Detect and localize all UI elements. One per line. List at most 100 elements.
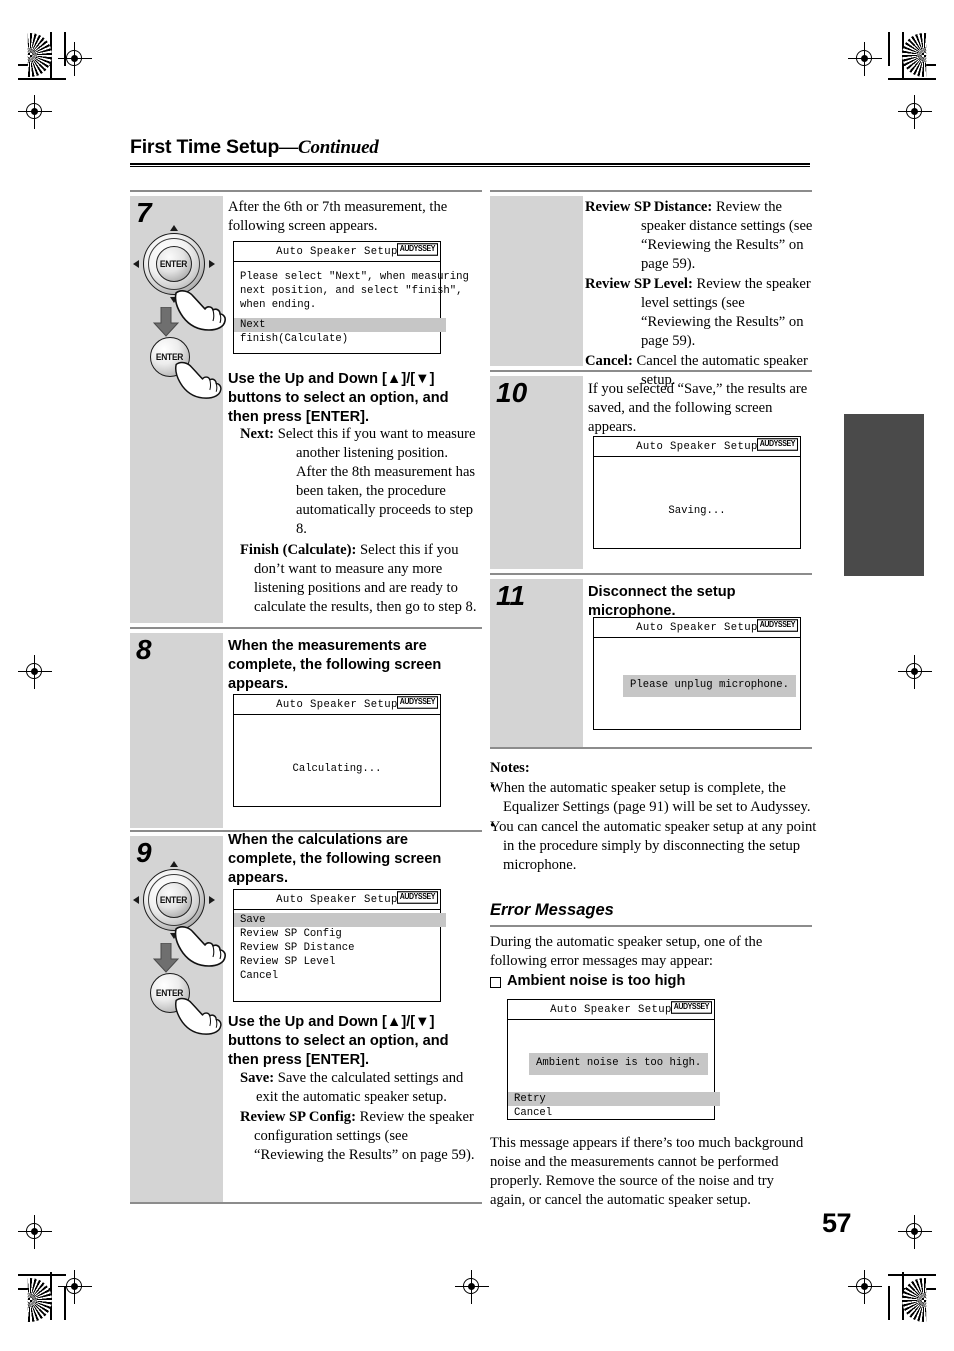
definition-desc: Save the calculated settings and exit th…	[256, 1070, 464, 1105]
step-11-intro: Disconnect the setup microphone.	[588, 584, 736, 619]
audyssey-badge: AUDYSSEY	[396, 890, 438, 904]
definition-term: Cancel:	[585, 352, 633, 369]
color-fan-icon-top-left	[27, 33, 52, 77]
note-item: You can cancel the automatic speaker set…	[490, 819, 817, 873]
definition-next: Next: Select this if you want to measure…	[240, 425, 480, 539]
error-messages-heading: Error Messages	[490, 901, 614, 919]
osd-title-bar: Auto Speaker Setup AUDYSSEY	[508, 1000, 714, 1020]
osd-screen-error-ambient-noise: Auto Speaker Setup AUDYSSEY Ambient nois…	[507, 999, 720, 1120]
osd-option-cancel[interactable]: Cancel	[234, 969, 446, 983]
error-entry-title: Ambient noise is too high	[507, 973, 686, 989]
error-messages-intro: During the automatic speaker setup, one …	[490, 934, 763, 969]
osd-status-text: Calculating...	[292, 763, 382, 775]
osd-title-text: Auto Speaker Setup	[636, 440, 758, 453]
osd-screen-step-11: Auto Speaker Setup AUDYSSEY Please unplu…	[593, 617, 801, 730]
step-divider	[130, 1202, 482, 1204]
osd-body: Calculating...	[234, 715, 440, 807]
jog-dial-enter-hub: ENTER	[156, 882, 192, 918]
osd-option-review-sp-config[interactable]: Review SP Config	[234, 927, 446, 941]
osd-title-text: Auto Speaker Setup	[276, 245, 398, 258]
step-number-cell-continued	[490, 196, 583, 366]
dial-left-arrow-icon	[133, 260, 139, 268]
definition-review-sp-config: Review SP Config: Review the speaker con…	[240, 1108, 480, 1165]
dial-left-arrow-icon	[133, 896, 139, 904]
section-rule	[490, 925, 812, 927]
audyssey-badge: AUDYSSEY	[670, 1000, 712, 1014]
registration-mark-lower-right	[898, 1215, 932, 1249]
definition-review-sp-level: Review SP Level: Review the speaker leve…	[585, 275, 813, 351]
registration-mark-top-right	[848, 42, 882, 76]
osd-screen-step-9: Auto Speaker Setup AUDYSSEY Save Review …	[233, 889, 446, 1002]
downward-arrow-icon	[153, 307, 179, 337]
dial-up-arrow-icon	[170, 861, 178, 867]
step-7-definitions: Next: Select this if you want to measure…	[240, 425, 480, 617]
step-9-intro: When the calculations are complete, the …	[228, 832, 442, 886]
osd-title-text: Auto Speaker Setup	[550, 1003, 672, 1016]
dial-up-arrow-icon	[170, 225, 178, 231]
dial-illustration-step-7: ENTER ENTER	[133, 225, 226, 399]
audyssey-badge: AUDYSSEY	[396, 695, 438, 709]
crop-line	[18, 1274, 66, 1276]
osd-option-next[interactable]: Next	[234, 318, 446, 333]
osd-message-text: Please select "Next", when measuring nex…	[240, 271, 469, 312]
audyssey-badge: AUDYSSEY	[756, 618, 798, 632]
page-title: First Time Setup—Continued	[130, 136, 810, 159]
osd-option-cancel[interactable]: Cancel	[508, 1106, 720, 1120]
step-divider	[130, 627, 482, 629]
color-fan-icon-bottom-left	[27, 1278, 52, 1322]
pointing-hand-icon	[175, 361, 222, 399]
osd-title-text: Auto Speaker Setup	[636, 621, 758, 634]
step-divider	[490, 747, 812, 749]
color-fan-icon-top-right	[902, 33, 927, 77]
definition-finish-calculate: Finish (Calculate): Select this if you d…	[240, 541, 480, 617]
osd-option-review-sp-level[interactable]: Review SP Level	[234, 955, 446, 969]
definition-term: Finish (Calculate):	[240, 541, 357, 558]
osd-body: Please unplug microphone.	[594, 638, 800, 730]
osd-screen-step-7: Auto Speaker Setup AUDYSSEY Please selec…	[233, 241, 469, 354]
osd-screen-step-8: Auto Speaker Setup AUDYSSEY Calculating.…	[233, 694, 441, 807]
crop-line	[64, 32, 66, 66]
bullet-icon: •	[490, 818, 496, 834]
definition-term: Review SP Level:	[585, 275, 693, 292]
osd-option-save[interactable]: Save	[234, 913, 446, 928]
step-9-definitions-continued: Review SP Distance: Review the speaker d…	[585, 198, 813, 390]
audyssey-badge: AUDYSSEY	[396, 242, 438, 256]
step-8-intro: When the measurements are complete, the …	[228, 638, 442, 692]
osd-title-bar: Auto Speaker Setup AUDYSSEY	[234, 890, 440, 910]
thumb-index-tab	[844, 414, 924, 576]
step-7-intro: After the 6th or 7th measurement, the fo…	[228, 199, 448, 234]
crop-line	[888, 1274, 936, 1276]
osd-status-text: Saving...	[668, 505, 726, 517]
registration-mark-mid-right	[898, 655, 932, 689]
osd-body: Ambient noise is too high. Retry Cancel	[508, 1020, 720, 1120]
step-number-10: 10	[496, 377, 528, 408]
downward-arrow-icon	[153, 943, 179, 973]
osd-option-review-sp-distance[interactable]: Review SP Distance	[234, 941, 446, 955]
step-9-definitions: Save: Save the calculated settings and e…	[240, 1069, 480, 1165]
step-divider	[490, 190, 812, 192]
header-rule	[130, 163, 810, 167]
step-number-7: 7	[136, 197, 152, 228]
osd-message-box: Ambient noise is too high.	[529, 1053, 709, 1075]
osd-title-bar: Auto Speaker Setup AUDYSSEY	[234, 242, 440, 262]
osd-body: Save Review SP Config Review SP Distance…	[234, 910, 446, 1002]
crop-line	[18, 78, 66, 80]
registration-mark-mid-left	[18, 655, 52, 689]
audyssey-badge: AUDYSSEY	[756, 437, 798, 451]
osd-screen-step-10: Auto Speaker Setup AUDYSSEY Saving...	[593, 436, 801, 549]
manual-page: First Time Setup—Continued 7 ENTER ENTER…	[0, 0, 954, 1351]
pointing-hand-icon	[174, 290, 226, 331]
osd-body: Please select "Next", when measuring nex…	[234, 262, 469, 354]
definition-term: Review SP Distance:	[585, 199, 713, 215]
osd-option-retry[interactable]: Retry	[508, 1092, 720, 1107]
page-number: 57	[822, 1208, 852, 1238]
osd-option-finish-calculate[interactable]: finish(Calculate)	[234, 332, 446, 346]
definition-term: Review SP Config:	[240, 1108, 356, 1125]
osd-title-bar: Auto Speaker Setup AUDYSSEY	[234, 695, 440, 715]
dial-enter-label: ENTER	[160, 259, 188, 269]
notes-heading: Notes:	[490, 760, 530, 776]
dial-enter-label: ENTER	[160, 895, 188, 905]
osd-title-text: Auto Speaker Setup	[276, 698, 398, 711]
osd-message-box: Please unplug microphone.	[623, 675, 796, 697]
page-title-main: First Time Setup	[130, 136, 280, 158]
